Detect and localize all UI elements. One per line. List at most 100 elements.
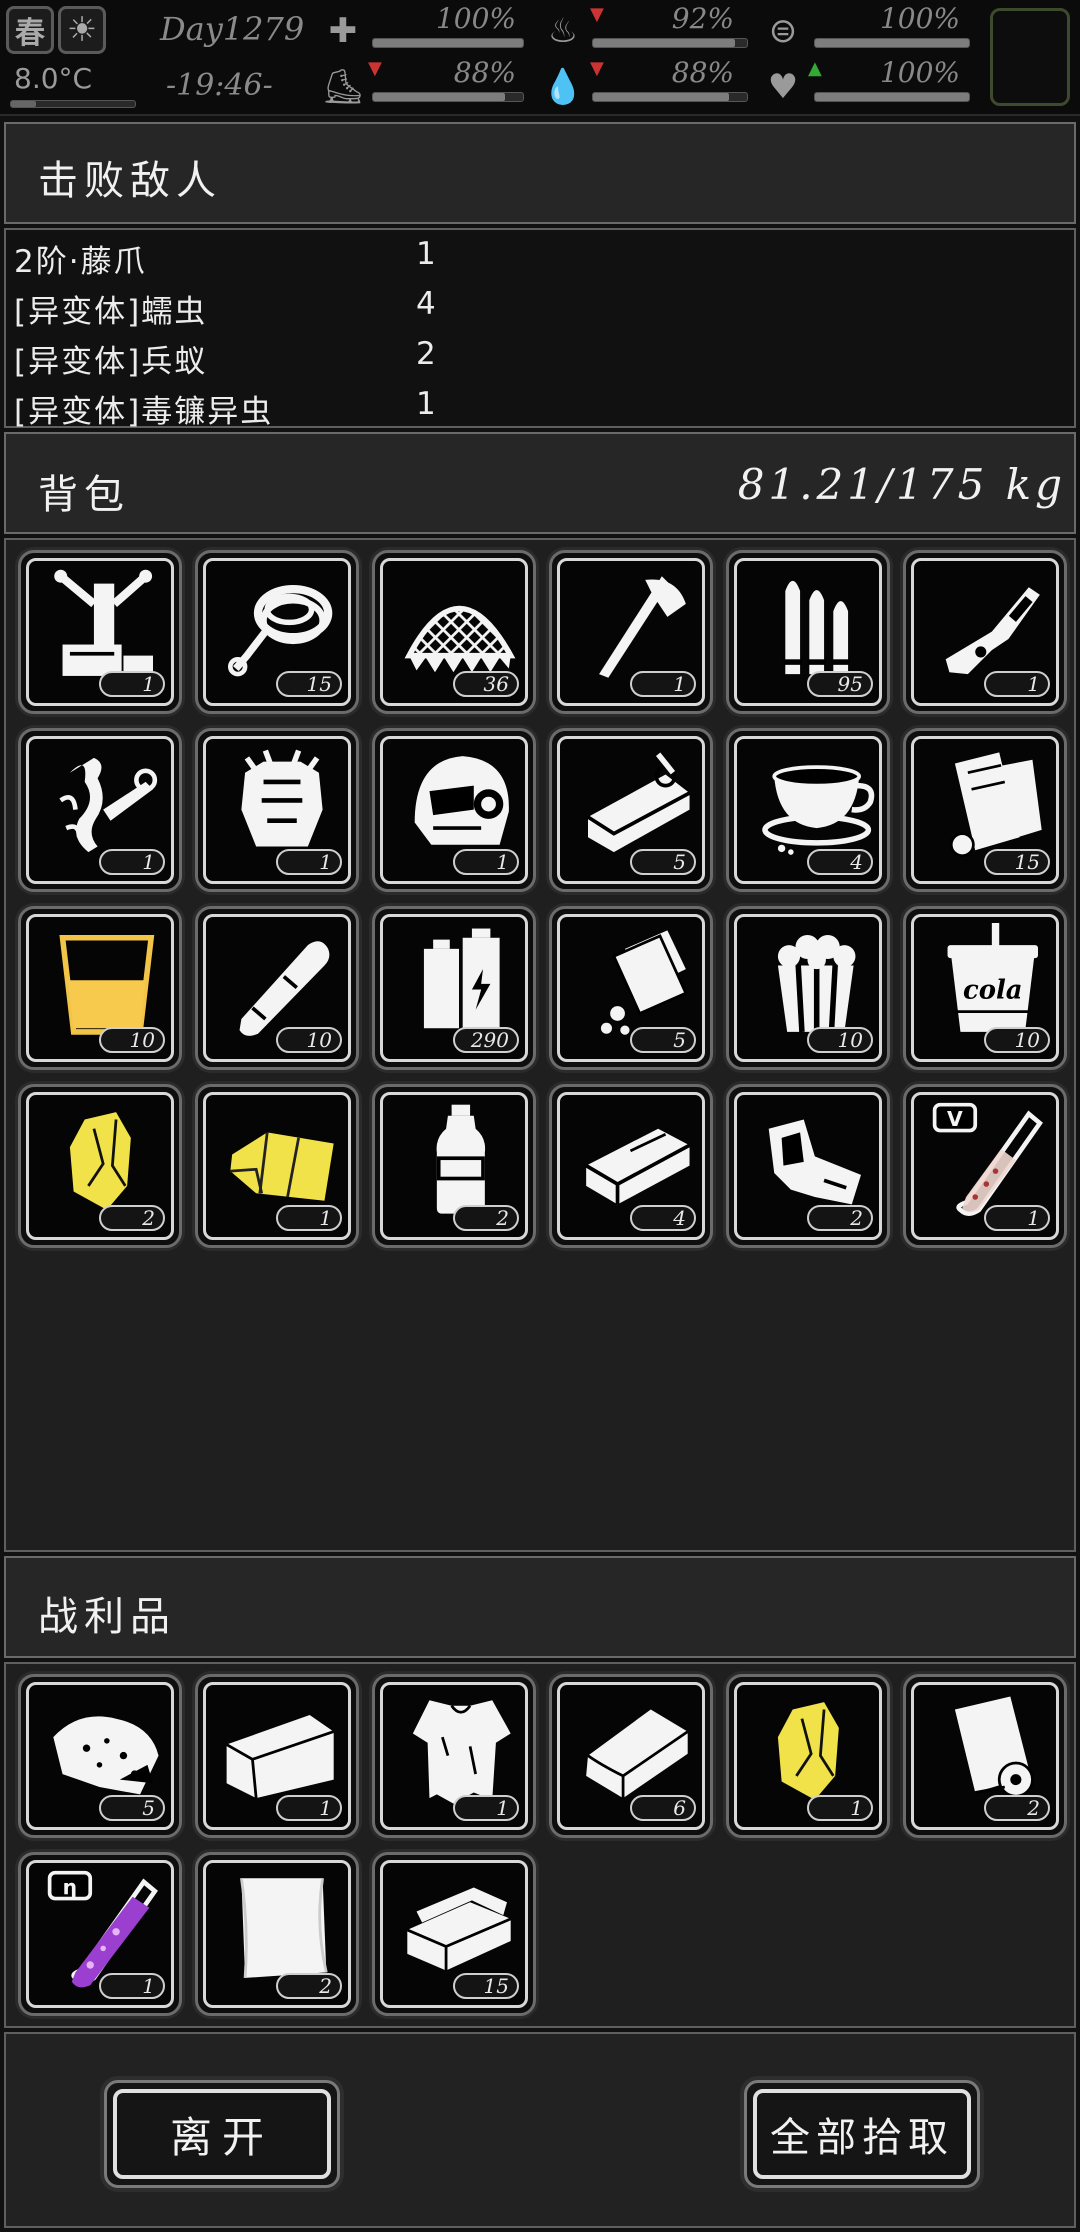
item-slot[interactable]: 5 <box>549 906 713 1070</box>
item-slot[interactable]: 4 <box>726 728 890 892</box>
item-slot[interactable]: 2 <box>372 1084 536 1248</box>
thirst-value: 88% <box>671 56 734 89</box>
rifle-icon <box>945 587 1040 675</box>
item-slot[interactable]: 15 <box>195 550 359 714</box>
leave-button[interactable]: 离开 <box>104 2080 340 2188</box>
loot-header: 战利品 <box>4 1556 1076 1658</box>
item-slot[interactable]: 2 <box>726 1084 890 1248</box>
item-frame: 1 <box>203 1682 351 1830</box>
water-drop-icon: 💧 <box>541 67 585 107</box>
yellow-crystal-icon <box>69 1112 131 1210</box>
item-count: 10 <box>984 1027 1050 1053</box>
item-slot[interactable]: 1 <box>372 728 536 892</box>
armor-icon <box>241 749 323 847</box>
juice-cup-icon <box>59 935 155 1035</box>
item-slot[interactable]: 1 <box>903 550 1067 714</box>
item-slot[interactable]: 1 <box>195 1084 359 1248</box>
yellow-crystal-icon <box>777 1702 839 1800</box>
torn-shirt-icon <box>412 1700 511 1804</box>
item-slot[interactable]: 5 <box>549 728 713 892</box>
item-count: 1 <box>276 849 342 875</box>
item-slot[interactable]: 5 <box>18 1674 182 1838</box>
item-count: 1 <box>453 1795 519 1821</box>
item-frame: 1 <box>380 1682 528 1830</box>
item-slot[interactable]: 15 <box>903 728 1067 892</box>
leave-label: 离开 <box>113 2089 331 2179</box>
test-tube-eta-icon: η <box>47 1870 158 1988</box>
health-bar <box>372 38 524 48</box>
item-frame: 5 <box>557 914 705 1062</box>
item-slot[interactable]: 6 <box>549 1674 713 1838</box>
item-count: 290 <box>453 1027 519 1053</box>
item-slot[interactable]: 10 <box>726 906 890 1070</box>
workbench-icon <box>54 569 153 676</box>
stamina-value: 100% <box>879 2 960 35</box>
down-arrow-icon: ▼ <box>590 4 604 25</box>
item-count: 10 <box>276 1027 342 1053</box>
season-badge: 春 <box>6 6 54 54</box>
item-count: 1 <box>276 1205 342 1231</box>
item-count: 1 <box>99 1973 165 1999</box>
item-slot[interactable]: 2 <box>903 1674 1067 1838</box>
item-count: 36 <box>453 671 519 697</box>
item-slot[interactable]: cola 10 <box>903 906 1067 1070</box>
item-slot[interactable]: 10 <box>195 906 359 1070</box>
fatigue-bar <box>372 92 524 102</box>
item-count: 15 <box>984 849 1050 875</box>
temperature-bar <box>10 100 136 108</box>
item-slot[interactable]: 2 <box>18 1084 182 1248</box>
item-slot[interactable]: 1 <box>195 1674 359 1838</box>
item-slot[interactable]: 290 <box>372 906 536 1070</box>
cola-text: cola <box>963 976 1023 1006</box>
backpack-weight: 81.21/175 kg <box>737 460 1066 509</box>
towel-stack-icon <box>406 1887 512 1971</box>
enemy-count: 1 <box>416 236 436 272</box>
item-count: 15 <box>276 671 342 697</box>
item-count: 5 <box>99 1795 165 1821</box>
loot-title: 战利品 <box>38 1594 176 1640</box>
take-all-label: 全部拾取 <box>753 2089 971 2179</box>
item-frame: 1 <box>203 1092 351 1240</box>
test-tube-v-icon: V <box>932 1102 1043 1216</box>
item-slot[interactable]: 1 <box>18 728 182 892</box>
health-bar-fill <box>373 39 523 47</box>
enemy-count: 1 <box>416 386 436 422</box>
item-slot[interactable]: V1 <box>903 1084 1067 1248</box>
take-all-button[interactable]: 全部拾取 <box>744 2080 980 2188</box>
item-count: 1 <box>453 849 519 875</box>
canned-fish-icon <box>587 752 691 853</box>
item-slot[interactable]: 36 <box>372 550 536 714</box>
item-slot[interactable]: 15 <box>372 1852 536 2016</box>
item-slot[interactable]: 95 <box>726 550 890 714</box>
item-count: 2 <box>984 1795 1050 1821</box>
item-count: 1 <box>984 671 1050 697</box>
map-button[interactable] <box>990 8 1070 106</box>
item-count: 5 <box>630 1027 696 1053</box>
item-slot[interactable]: 2 <box>195 1852 359 2016</box>
fatigue-bar-fill <box>373 93 505 101</box>
item-slot[interactable]: 1 <box>726 1674 890 1838</box>
down-arrow-icon: ▼ <box>590 58 604 79</box>
item-slot[interactable]: 1 <box>549 550 713 714</box>
pill-bottle-icon <box>600 930 688 1035</box>
mood-bar <box>814 92 970 102</box>
item-count: 5 <box>630 849 696 875</box>
item-frame: cola 10 <box>911 914 1059 1062</box>
defeated-header: 击败敌人 <box>4 122 1076 224</box>
defeated-title: 击败敌人 <box>38 158 222 204</box>
item-count: 4 <box>630 1205 696 1231</box>
item-slot[interactable]: 1 <box>18 550 182 714</box>
thirst-bar <box>592 92 748 102</box>
fabric-icon <box>586 1709 689 1799</box>
thirst-bar-fill <box>593 93 729 101</box>
item-slot[interactable]: η1 <box>18 1852 182 2016</box>
boot-icon: ⛸ <box>321 67 365 107</box>
backpack-grid: 1 15 36 1 95 1 1 1 1 5 4 15 10 10 290 5 10 cola 10 2 1 2 4 2 V 1 <box>4 538 1076 1552</box>
item-count: 2 <box>807 1205 873 1231</box>
hunger-bar-fill <box>593 39 735 47</box>
item-slot[interactable]: 10 <box>18 906 182 1070</box>
item-frame: 2 <box>734 1092 882 1240</box>
item-slot[interactable]: 1 <box>195 728 359 892</box>
item-slot[interactable]: 1 <box>372 1674 536 1838</box>
item-slot[interactable]: 4 <box>549 1084 713 1248</box>
